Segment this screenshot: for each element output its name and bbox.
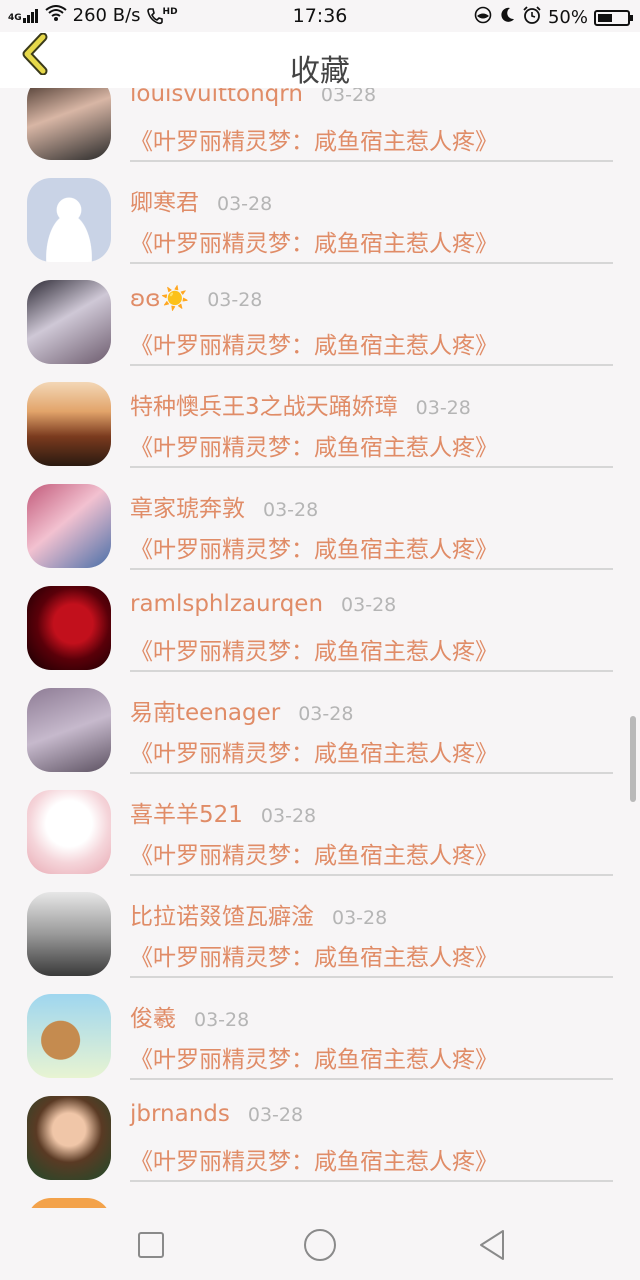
scrollbar[interactable] (630, 716, 636, 802)
home-button[interactable] (302, 1227, 338, 1263)
name-row: 章家琥奔敦 03-28 (130, 489, 318, 523)
list-item[interactable]: louisvuittonqrn 03-28 《叶罗丽精灵梦：咸鱼宿主惹人疼》 (0, 88, 640, 162)
name-row: 特种懊兵王3之战天踊娇璋 03-28 (130, 387, 471, 421)
username[interactable]: 比拉诺叕馇瓦癖淦 (130, 897, 314, 931)
list-item[interactable]: 易南teenager 03-28 《叶罗丽精灵梦：咸鱼宿主惹人疼》 (0, 658, 640, 774)
list-item[interactable]: 卿寒君 03-28 《叶罗丽精灵梦：咸鱼宿主惹人疼》 (0, 148, 640, 264)
username[interactable]: 喜羊羊521 (130, 795, 243, 829)
name-row: ramlsphlzaurqen 03-28 (130, 591, 396, 617)
recent-apps-button[interactable] (133, 1227, 169, 1263)
date: 03-28 (260, 805, 317, 827)
date: 03-28 (194, 1009, 250, 1031)
battery-icon (594, 9, 633, 26)
alarm-icon (522, 5, 542, 30)
list-item[interactable]: jbrnands 03-28 《叶罗丽精灵梦：咸鱼宿主惹人疼》 (0, 1066, 640, 1182)
date: 03-28 (415, 397, 471, 419)
username[interactable]: 特种懊兵王3之战天踊娇璋 (130, 387, 398, 421)
nav-bar (0, 1208, 640, 1280)
list-item[interactable]: 喜羊羊521 03-28 《叶罗丽精灵梦：咸鱼宿主惹人疼》 (0, 760, 640, 876)
list-item[interactable] (0, 1168, 640, 1208)
back-nav-button[interactable] (474, 1227, 510, 1263)
username[interactable]: ʚɞ☀️ (130, 285, 189, 312)
username[interactable]: 卿寒君 (130, 183, 199, 217)
date: 03-28 (247, 1104, 304, 1126)
name-row: 喜羊羊521 03-28 (130, 795, 316, 829)
list-item[interactable]: 特种懊兵王3之战天踊娇璋 03-28 《叶罗丽精灵梦：咸鱼宿主惹人疼》 (0, 352, 640, 468)
name-row: 比拉诺叕馇瓦癖淦 03-28 (130, 897, 387, 931)
date: 03-28 (341, 594, 397, 616)
username[interactable]: 易南teenager (130, 693, 280, 727)
page-title: 收藏 (290, 54, 350, 89)
date: 03-28 (263, 499, 319, 521)
header: 收藏 (0, 32, 640, 89)
date: 03-28 (332, 907, 388, 929)
list-item[interactable]: ramlsphlzaurqen 03-28 《叶罗丽精灵梦：咸鱼宿主惹人疼》 (0, 556, 640, 672)
battery-percent: 50% (547, 7, 588, 28)
date: 03-28 (298, 703, 354, 725)
square-icon (138, 1232, 164, 1258)
name-row: 俊羲 03-28 (130, 999, 249, 1033)
name-row: 易南teenager 03-28 (130, 693, 353, 727)
date: 03-28 (217, 193, 273, 215)
triangle-back-icon (480, 1230, 504, 1260)
avatar[interactable] (27, 1198, 111, 1208)
eye-comfort-icon (474, 6, 492, 29)
circle-icon (304, 1229, 336, 1261)
username[interactable]: 俊羲 (130, 999, 176, 1033)
battery-fill (598, 13, 612, 22)
name-row: louisvuittonqrn 03-28 (130, 88, 376, 107)
list-item[interactable]: 章家琥奔敦 03-28 《叶罗丽精灵梦：咸鱼宿主惹人疼》 (0, 454, 640, 570)
moon-icon (498, 6, 516, 29)
username[interactable]: ramlsphlzaurqen (130, 591, 323, 617)
date: 03-28 (207, 289, 263, 311)
status-right: 50% (474, 5, 633, 30)
list-item[interactable]: 比拉诺叕馇瓦癖淦 03-28 《叶罗丽精灵梦：咸鱼宿主惹人疼》 (0, 862, 640, 978)
name-row: ʚɞ☀️ 03-28 (130, 285, 262, 312)
username[interactable]: louisvuittonqrn (130, 88, 303, 107)
favorites-list[interactable]: louisvuittonqrn 03-28 《叶罗丽精灵梦：咸鱼宿主惹人疼》 卿寒君 0… (0, 88, 640, 1208)
name-row: jbrnands 03-28 (130, 1101, 303, 1127)
username[interactable]: 章家琥奔敦 (130, 489, 245, 523)
date: 03-28 (320, 88, 377, 106)
list-item[interactable]: 俊羲 03-28 《叶罗丽精灵梦：咸鱼宿主惹人疼》 (0, 964, 640, 1080)
name-row: 卿寒君 03-28 (130, 183, 272, 217)
status-bar: 4G 260 B/s HD 17:36 50% (0, 0, 640, 32)
list-item[interactable]: ʚɞ☀️ 03-28 《叶罗丽精灵梦：咸鱼宿主惹人疼》 (0, 250, 640, 366)
username[interactable]: jbrnands (130, 1101, 230, 1127)
